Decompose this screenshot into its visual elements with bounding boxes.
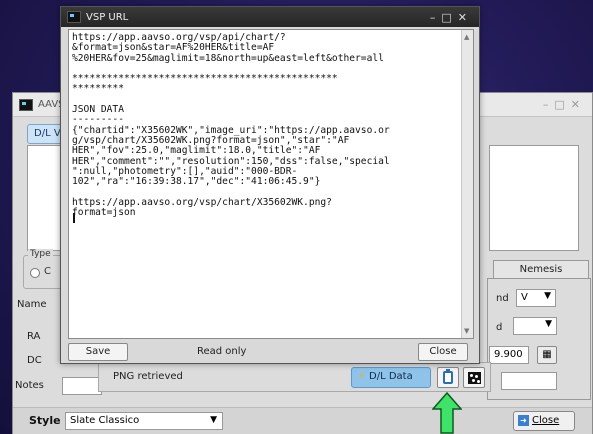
notes-field[interactable] <box>62 377 102 395</box>
vsp-text-area[interactable]: https://app.aavso.org/vsp/api/chart/? &f… <box>68 29 474 339</box>
bottom-bar: Style Slate Classico ▼ ➜ Close <box>13 407 592 434</box>
copy-url-button[interactable] <box>437 367 459 388</box>
clipboard-icon <box>443 369 453 384</box>
main-close-label: Close <box>532 415 560 426</box>
scroll-up-icon[interactable]: ▲ <box>464 33 469 41</box>
dl-data-label: D/L Data <box>369 371 413 382</box>
desktop-background: AAVS –□✕ D/L V Type C Name RA DC Notes N… <box>0 0 593 434</box>
dc-label: DC <box>27 355 42 366</box>
save-button[interactable]: Save <box>68 343 128 361</box>
chevron-down-icon: ▼ <box>545 319 552 329</box>
type-group-label: Type <box>28 249 53 259</box>
image-icon <box>468 372 481 384</box>
dialog-close-button[interactable]: Close <box>418 343 468 361</box>
vsp-dialog-titlebar[interactable]: VSP URL –□✕ <box>61 7 479 27</box>
notes-label: Notes <box>15 380 44 391</box>
vsp-dialog-title: VSP URL <box>86 11 129 23</box>
band-value: V <box>521 292 528 303</box>
status-strip: PNG retrieved ⚡ D/L Data <box>98 362 491 392</box>
text-cursor <box>73 213 75 223</box>
style-label: Style <box>29 414 61 427</box>
band-label: nd <box>496 293 509 304</box>
ra-label: RA <box>27 331 41 342</box>
read-only-status: Read only <box>197 346 247 357</box>
style-select[interactable]: Slate Classico ▼ <box>65 412 223 430</box>
type-radio[interactable] <box>30 268 40 278</box>
right-list-pane <box>489 145 579 251</box>
extra-field[interactable] <box>501 372 557 390</box>
name-label: Name <box>17 299 47 310</box>
window-controls-icon[interactable]: –□✕ <box>430 11 473 24</box>
status-message: PNG retrieved <box>113 371 183 382</box>
vertical-scrollbar[interactable]: ▲ ▼ <box>461 30 473 338</box>
vsp-text-content: https://app.aavso.org/vsp/api/chart/? &f… <box>72 32 390 219</box>
value-field[interactable]: 9.900 <box>489 346 529 364</box>
exit-icon: ➜ <box>518 415 529 426</box>
app-icon <box>19 98 33 111</box>
band-select[interactable]: V ▼ <box>516 289 556 307</box>
app-icon <box>67 11 81 23</box>
scroll-down-icon[interactable]: ▼ <box>464 327 469 335</box>
calculator-icon[interactable]: ▦ <box>537 346 557 364</box>
lightning-icon: ⚡ <box>358 371 366 382</box>
style-value: Slate Classico <box>70 415 140 426</box>
vsp-url-dialog: VSP URL –□✕ https://app.aavso.org/vsp/ap… <box>60 6 480 364</box>
type-radio-label: C <box>44 266 51 277</box>
chevron-down-icon: ▼ <box>210 415 217 425</box>
second-select[interactable]: ▼ <box>513 317 557 335</box>
window-controls-icon[interactable]: –□✕ <box>543 98 586 111</box>
green-up-arrow-icon <box>432 392 462 434</box>
chevron-down-icon: ▼ <box>544 291 551 301</box>
main-close-button[interactable]: ➜ Close <box>513 411 575 431</box>
view-image-button[interactable] <box>463 367 485 388</box>
tab-nemesis[interactable]: Nemesis <box>493 260 589 278</box>
dl-data-button[interactable]: ⚡ D/L Data <box>351 367 431 388</box>
d-label: d <box>496 322 503 333</box>
